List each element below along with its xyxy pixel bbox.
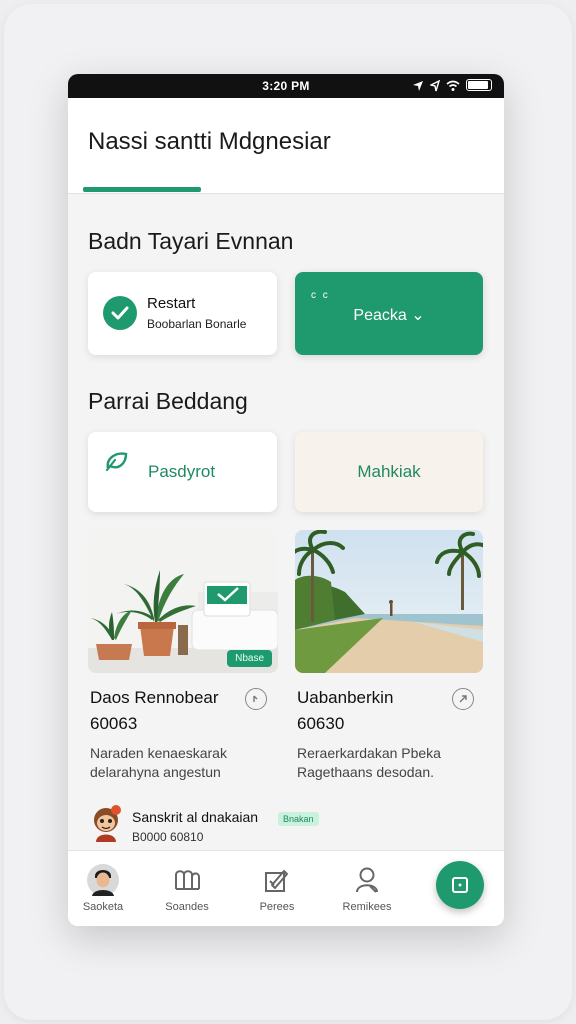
hands-icon [170, 863, 204, 897]
item-price: 60630 [297, 714, 345, 733]
review-row[interactable]: Sanskrit al dnakaian Bnakan B0000 60810 [88, 804, 488, 848]
page-title: Nassi santti Mdgnesiar [88, 128, 331, 155]
section-title-primary: Badn Tayari Evnnan [88, 228, 294, 254]
nav-label: Saoketa [82, 901, 124, 913]
item-description: Reraerkardakan Pbeka Ragethaans desodan. [297, 744, 441, 782]
restart-card[interactable]: Restart Boobarlan Bonarle [88, 272, 277, 355]
active-tab-indicator [83, 187, 201, 192]
edit-icon [260, 863, 294, 897]
category-card-mahkiak[interactable]: Mahkiak [295, 432, 483, 512]
info-icon[interactable] [245, 688, 267, 710]
category-label: Pasdyrot [148, 462, 216, 481]
item-price: 60063 [90, 714, 138, 733]
item-description-line: delarahyna angestun [90, 764, 221, 780]
app-header: Nassi santti Mdgnesiar [68, 98, 504, 194]
nav-item-perees[interactable]: Perees [242, 863, 312, 913]
restart-subtitle: Boobarlan Bonarle [147, 317, 247, 331]
peacka-dropdown-button[interactable]: c c Peacka ⌄ [295, 272, 483, 355]
nav-label: Perees [259, 901, 295, 913]
check-circle-icon [103, 296, 137, 330]
item-description-line: Naraden kenaeskarak [90, 745, 227, 761]
peacka-dots: c c [311, 290, 330, 301]
reviewer-name: Sanskrit al dnakaian [132, 809, 259, 825]
square-icon [452, 877, 468, 893]
item-title[interactable]: Daos Rennobear [90, 688, 219, 708]
location-icon [412, 79, 424, 91]
leaf-icon [104, 450, 130, 477]
category-label: Mahkiak [357, 462, 421, 481]
location-icon-2 [428, 79, 441, 92]
status-bar: 3:20 PM [68, 74, 504, 98]
nav-label: Soandes [165, 901, 209, 913]
review-tag-badge: Bnakan [278, 812, 319, 826]
item-description-line: Ragethaans desodan. [297, 764, 434, 780]
nav-item-soandes[interactable]: Soandes [152, 863, 222, 913]
beach-photo[interactable] [295, 530, 483, 673]
nav-item-saoketa[interactable]: Saoketa [68, 863, 138, 913]
item-description-line: Reraerkardakan Pbeka [297, 745, 441, 761]
battery-icon [466, 79, 492, 91]
category-card-pasdyrot[interactable]: Pasdyrot [88, 432, 277, 512]
phone-screen: 3:20 PM Nassi santti Mdgnesiar Badn Taya… [68, 74, 504, 926]
review-date: B0000 60810 [132, 830, 204, 844]
reviewer-avatar [88, 804, 124, 842]
section-title-secondary: Parrai Beddang [88, 388, 248, 414]
item-description: Naraden kenaeskarak delarahyna angestun [90, 744, 227, 782]
peacka-label: Peacka ⌄ [353, 307, 425, 324]
status-icons [412, 79, 492, 92]
photo-badge: Nbase [227, 650, 272, 667]
nav-item-remikees[interactable]: Remikees [332, 863, 402, 913]
profile-avatar-icon [86, 863, 120, 897]
living-room-photo[interactable]: Nbase [88, 530, 278, 673]
restart-title: Restart [147, 295, 196, 312]
info-icon[interactable] [452, 688, 474, 710]
wifi-icon [446, 79, 460, 91]
item-title[interactable]: Uabanberkin [297, 688, 393, 708]
bottom-nav: Saoketa Soandes Perees Remikees [68, 850, 504, 926]
nav-label: Remikees [342, 901, 392, 913]
floating-action-button[interactable] [436, 861, 484, 909]
user-icon [350, 863, 384, 897]
